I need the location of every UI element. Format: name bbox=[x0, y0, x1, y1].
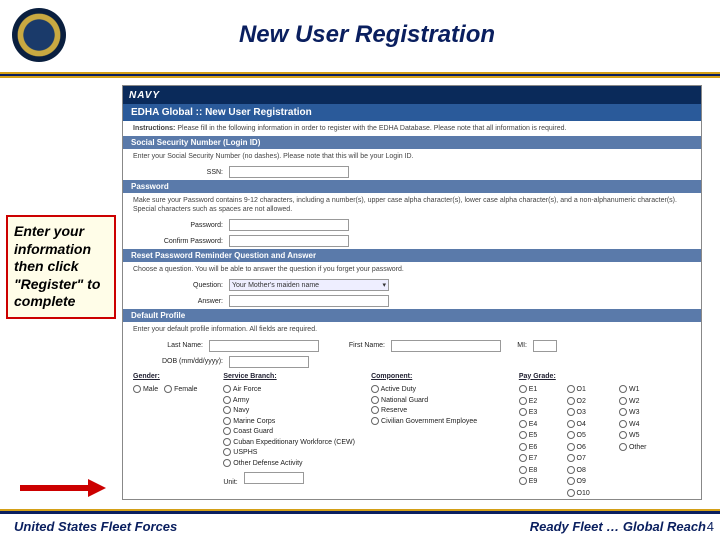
header: New User Registration bbox=[0, 0, 720, 70]
radio-pg[interactable] bbox=[567, 477, 575, 485]
slide: New User Registration Enter your informa… bbox=[0, 0, 720, 540]
radio-pg[interactable] bbox=[619, 397, 627, 405]
answer-input[interactable] bbox=[229, 295, 389, 307]
radio-pg[interactable] bbox=[567, 420, 575, 428]
footer-rule bbox=[0, 509, 720, 514]
paygrade-grid: E1 O1 W1 E2 O2 W2 E3 O3 W3 E4 O4 W4 bbox=[519, 385, 691, 499]
component-header: Component: bbox=[371, 372, 509, 383]
footer-left: United States Fleet Forces bbox=[14, 519, 177, 534]
dob-input[interactable] bbox=[229, 356, 309, 368]
radio-branch[interactable] bbox=[223, 459, 231, 467]
fleet-forces-logo bbox=[12, 8, 66, 62]
mi-label: MI: bbox=[507, 342, 527, 349]
question-label: Question: bbox=[133, 282, 223, 289]
mi-input[interactable] bbox=[533, 340, 557, 352]
radio-pg[interactable] bbox=[567, 431, 575, 439]
reset-section-header: Reset Password Reminder Question and Ans… bbox=[123, 249, 701, 262]
gender-header: Gender: bbox=[133, 372, 213, 383]
radio-pg[interactable] bbox=[567, 443, 575, 451]
radio-branch[interactable] bbox=[223, 438, 231, 446]
radio-pg[interactable] bbox=[567, 454, 575, 462]
password-section-header: Password bbox=[123, 180, 701, 193]
radio-component[interactable] bbox=[371, 385, 379, 393]
confirm-password-input[interactable] bbox=[229, 235, 349, 247]
radio-branch[interactable] bbox=[223, 396, 231, 404]
last-name-input[interactable] bbox=[209, 340, 319, 352]
header-rule bbox=[0, 72, 720, 78]
navy-brand: NAVY bbox=[129, 90, 160, 101]
unit-label: Unit: bbox=[223, 479, 237, 486]
dob-label: DOB (mm/dd/yyyy): bbox=[133, 358, 223, 365]
ssn-label: SSN: bbox=[133, 169, 223, 176]
radio-pg[interactable] bbox=[619, 443, 627, 451]
password-input[interactable] bbox=[229, 219, 349, 231]
radio-pg[interactable] bbox=[567, 489, 575, 497]
registration-form-screenshot: NAVY EDHA Global :: New User Registratio… bbox=[122, 85, 702, 500]
arrow-indicator bbox=[20, 481, 110, 495]
ssn-section-header: Social Security Number (Login ID) bbox=[123, 136, 701, 149]
slide-title: New User Registration bbox=[86, 21, 648, 49]
question-select[interactable]: Your Mother's maiden name ▾ bbox=[229, 279, 389, 291]
password-note: Make sure your Password contains 9-12 ch… bbox=[123, 193, 701, 217]
profile-note: Enter your default profile information. … bbox=[123, 322, 701, 337]
radio-component[interactable] bbox=[371, 406, 379, 414]
ssn-note: Enter your Social Security Number (no da… bbox=[123, 149, 701, 164]
unit-input[interactable] bbox=[244, 472, 304, 484]
radio-pg[interactable] bbox=[619, 408, 627, 416]
radio-pg[interactable] bbox=[567, 385, 575, 393]
radio-branch[interactable] bbox=[223, 427, 231, 435]
radio-pg[interactable] bbox=[567, 397, 575, 405]
last-name-label: Last Name: bbox=[133, 342, 203, 349]
footer-right: Ready Fleet … Global Reach bbox=[530, 519, 706, 534]
radio-branch[interactable] bbox=[223, 406, 231, 414]
first-name-input[interactable] bbox=[391, 340, 501, 352]
chevron-down-icon: ▾ bbox=[382, 281, 386, 289]
radio-pg[interactable] bbox=[519, 385, 527, 393]
reset-note: Choose a question. You will be able to a… bbox=[123, 262, 701, 277]
radio-branch[interactable] bbox=[223, 385, 231, 393]
radio-pg[interactable] bbox=[619, 385, 627, 393]
radio-pg[interactable] bbox=[619, 431, 627, 439]
radio-pg[interactable] bbox=[519, 477, 527, 485]
password-label: Password: bbox=[133, 222, 223, 229]
branch-header: Service Branch: bbox=[223, 372, 361, 383]
app-title-bar: EDHA Global :: New User Registration bbox=[123, 104, 701, 121]
app-topbar: NAVY bbox=[123, 86, 701, 104]
radio-pg[interactable] bbox=[519, 397, 527, 405]
radio-columns: Gender: Male Female Service Branch: Air … bbox=[123, 370, 701, 500]
radio-branch[interactable] bbox=[223, 417, 231, 425]
radio-component[interactable] bbox=[371, 417, 379, 425]
profile-section-header: Default Profile bbox=[123, 309, 701, 322]
radio-pg[interactable] bbox=[619, 420, 627, 428]
footer: United States Fleet Forces Ready Fleet …… bbox=[0, 519, 720, 534]
radio-pg[interactable] bbox=[519, 454, 527, 462]
instructions-row: Instructions: Please fill in the followi… bbox=[123, 121, 701, 136]
confirm-password-label: Confirm Password: bbox=[133, 238, 223, 245]
first-name-label: First Name: bbox=[325, 342, 385, 349]
radio-component[interactable] bbox=[371, 396, 379, 404]
instructions-text: Please fill in the following information… bbox=[177, 125, 566, 132]
paygrade-header: Pay Grade: bbox=[519, 372, 691, 383]
radio-pg[interactable] bbox=[519, 466, 527, 474]
instructions-label: Instructions: bbox=[133, 125, 175, 132]
radio-pg[interactable] bbox=[567, 466, 575, 474]
ssn-input[interactable] bbox=[229, 166, 349, 178]
radio-pg[interactable] bbox=[567, 408, 575, 416]
radio-pg[interactable] bbox=[519, 431, 527, 439]
radio-branch[interactable] bbox=[223, 448, 231, 456]
page-number: 4 bbox=[707, 519, 714, 534]
instruction-callout: Enter your information then click "Regis… bbox=[6, 215, 116, 319]
radio-male[interactable] bbox=[133, 385, 141, 393]
radio-pg[interactable] bbox=[519, 443, 527, 451]
question-value: Your Mother's maiden name bbox=[232, 282, 319, 289]
radio-female[interactable] bbox=[164, 385, 172, 393]
radio-pg[interactable] bbox=[519, 420, 527, 428]
radio-pg[interactable] bbox=[519, 408, 527, 416]
answer-label: Answer: bbox=[133, 298, 223, 305]
